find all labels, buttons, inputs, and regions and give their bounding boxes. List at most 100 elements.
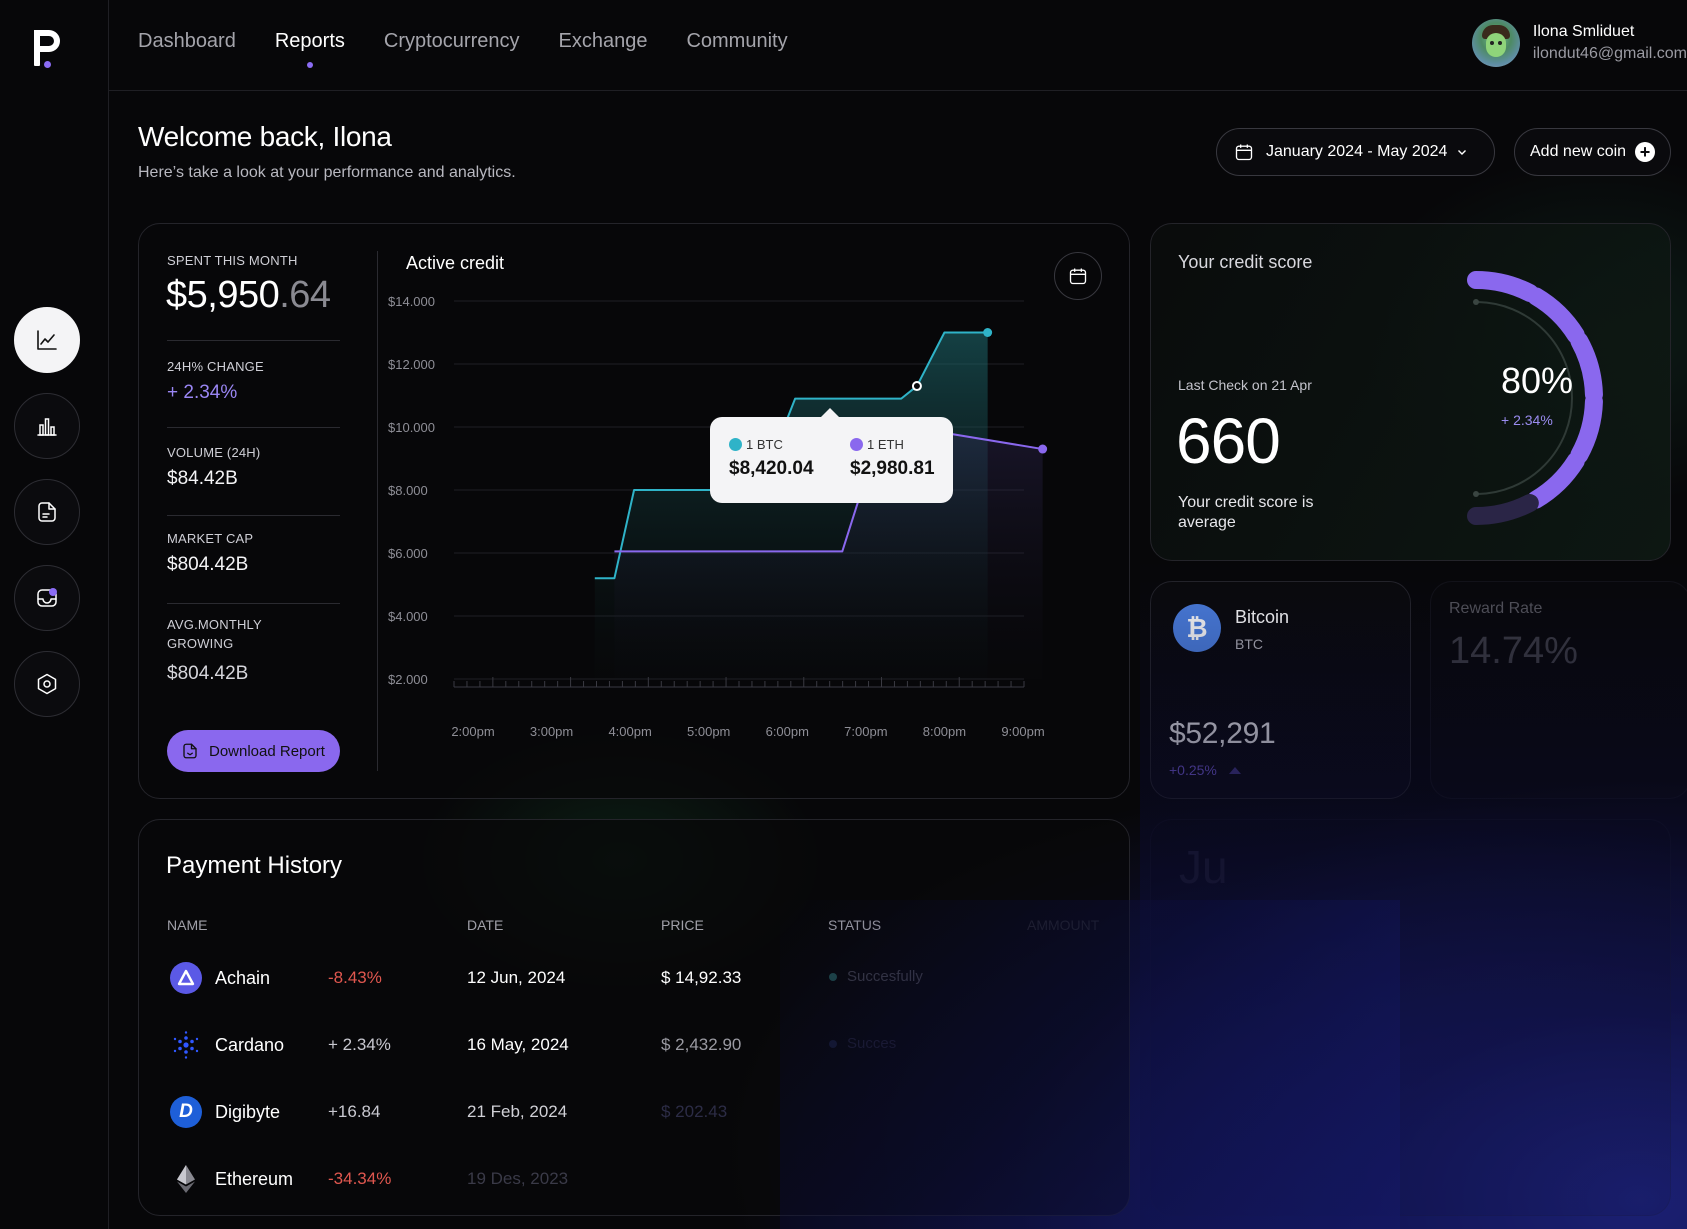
chart-tooltip: 1 BTC $8,420.04 1 ETH $2,980.81 <box>710 408 953 503</box>
user-profile[interactable]: Ilona Smliduet ilondut46@gmail.com <box>1471 19 1687 67</box>
x-tick-label: 5:00pm <box>687 724 730 739</box>
reward-value: 14.74% <box>1449 630 1578 672</box>
active-indicator-dot <box>306 62 313 68</box>
sidebar-settings-button[interactable] <box>14 651 80 717</box>
ethereum-icon <box>170 1163 202 1195</box>
cardano-icon <box>170 1029 202 1061</box>
btc-end-point <box>983 328 993 337</box>
coin-name: Cardano <box>215 1035 285 1055</box>
payment-price: $ 2,432.90 <box>661 1035 742 1054</box>
reward-rate-card[interactable]: Reward Rate 14.74% <box>1430 581 1687 799</box>
date-range-label: January 2024 - May 2024 <box>1266 143 1448 160</box>
page-subtitle: Here’s take a look at your performance a… <box>138 164 516 181</box>
y-tick-label: $12.000 <box>388 357 435 372</box>
page-title: Welcome back, Ilona <box>138 121 392 152</box>
coin-change: + 2.34% <box>328 1035 391 1054</box>
arrow-up-icon <box>1228 766 1241 774</box>
nav-cryptocurrency[interactable]: Cryptocurrency <box>384 30 520 53</box>
calendar-icon <box>1235 144 1253 161</box>
overview-card: SPENT THIS MONTH $5,950.64 24H% CHANGE +… <box>138 223 1130 799</box>
payment-date: 19 Des, 2023 <box>467 1169 569 1188</box>
top-navigation: Dashboard Reports Cryptocurrency Exchang… <box>109 0 1687 91</box>
y-tick-label: $8.000 <box>388 483 428 498</box>
x-tick-label: 2:00pm <box>451 724 494 739</box>
digibyte-icon: D <box>170 1096 202 1128</box>
payment-title: Payment History <box>166 852 343 879</box>
add-new-coin-label: Add new coin <box>1530 143 1627 160</box>
date-range-picker[interactable]: January 2024 - May 2024 <box>1216 128 1495 176</box>
coin-change: -8.43% <box>328 968 382 987</box>
hover-point <box>911 381 922 392</box>
column-header-date: DATE <box>467 917 504 933</box>
faded-card: Ju <box>1150 819 1671 1216</box>
plus-icon: + <box>1635 142 1656 162</box>
eth-end-point <box>1038 444 1048 454</box>
hexagon-settings-icon <box>37 673 57 695</box>
nav-dashboard[interactable]: Dashboard <box>138 30 236 53</box>
sidebar-stats-button[interactable] <box>14 393 80 459</box>
tooltip-eth-value: $2,980.81 <box>850 458 935 479</box>
active-credit-chart: $14.000 $12.000 $10.000 $8.000 $6.000 $4.000 $… <box>388 294 1048 739</box>
avatar[interactable] <box>1471 19 1520 67</box>
payment-history-card: Payment History NAME DATE PRICE STATUS A… <box>138 819 1130 1216</box>
tooltip-btc-value: $8,420.04 <box>729 458 814 479</box>
x-tick-label: 6:00pm <box>766 724 809 739</box>
sidebar-inbox-button[interactable] <box>14 565 80 631</box>
x-tick-label: 3:00pm <box>530 724 573 739</box>
bitcoin-icon: ₿ <box>1173 604 1221 652</box>
credit-title: Your credit score <box>1178 252 1313 272</box>
faded-card-text: Ju <box>1179 841 1228 893</box>
column-header-price: PRICE <box>661 917 704 933</box>
coin-name: Digibyte <box>215 1102 281 1122</box>
sidebar-analytics-button[interactable] <box>14 307 80 373</box>
tooltip-eth: 1 ETH $2,980.81 <box>850 437 935 480</box>
nav-reports[interactable]: Reports <box>275 30 345 68</box>
credit-score-value: 660 <box>1176 405 1281 477</box>
y-tick-label: $2.000 <box>388 672 428 687</box>
btc-price: $52,291 <box>1169 717 1276 750</box>
document-icon <box>38 502 56 522</box>
achain-icon <box>170 962 202 994</box>
notification-dot <box>49 588 57 596</box>
nav-community[interactable]: Community <box>686 30 787 53</box>
btc-legend-dot <box>729 438 742 451</box>
column-header-amount: AMMOUNT <box>1027 917 1100 933</box>
nav-exchange[interactable]: Exchange <box>558 30 647 53</box>
coin-name: Ethereum <box>215 1169 294 1189</box>
column-header-status: STATUS <box>828 917 882 933</box>
btc-symbol: BTC <box>1235 636 1263 652</box>
table-row[interactable]: D Digibyte +16.84 21 Feb, 2024 $ 202.43 <box>139 1090 1131 1150</box>
credit-percent: 80% <box>1501 360 1574 401</box>
table-row[interactable]: Ethereum -34.34% 19 Des, 2023 <box>139 1157 1131 1217</box>
y-tick-label: $4.000 <box>388 609 428 624</box>
status-dot <box>829 1039 837 1048</box>
x-tick-label: 9:00pm <box>1001 724 1044 739</box>
y-tick-label: $14.000 <box>388 294 435 309</box>
table-row[interactable]: Cardano + 2.34% 16 May, 2024 $ 2,432.90 … <box>139 1023 1131 1083</box>
status-label: Succesfully <box>847 968 923 985</box>
payment-status: Succesfully <box>829 968 923 985</box>
payment-date: 16 May, 2024 <box>467 1035 569 1054</box>
user-email: ilondut46@gmail.com <box>1532 45 1687 62</box>
btc-name: Bitcoin <box>1235 607 1290 627</box>
btc-change-value: +0.25% <box>1169 762 1217 778</box>
gauge-segment <box>1467 494 1539 525</box>
tooltip-btc-label: 1 BTC <box>746 437 783 452</box>
payment-date: 12 Jun, 2024 <box>467 968 566 987</box>
line-chart-icon <box>37 330 57 350</box>
app-logo[interactable] <box>30 28 64 70</box>
sidebar <box>0 0 109 1229</box>
status-label: Succes <box>847 1035 897 1052</box>
bitcoin-card[interactable]: ₿ Bitcoin BTC $52,291 +0.25% <box>1150 581 1411 799</box>
x-tick-label: 7:00pm <box>844 724 887 739</box>
payment-price: $ 14,92.33 <box>661 968 742 987</box>
tooltip-eth-label: 1 ETH <box>867 437 904 452</box>
table-row[interactable]: Achain -8.43% 12 Jun, 2024 $ 14,92.33 Su… <box>139 956 1131 1016</box>
status-dot <box>829 972 837 981</box>
gauge-segment <box>1570 392 1603 464</box>
payment-price: $ 202.43 <box>661 1102 728 1121</box>
sidebar-documents-button[interactable] <box>14 479 80 545</box>
btc-change: +0.25% <box>1169 762 1241 778</box>
payment-status: Succes <box>829 1035 896 1052</box>
add-new-coin-button[interactable]: Add new coin + <box>1514 128 1671 176</box>
